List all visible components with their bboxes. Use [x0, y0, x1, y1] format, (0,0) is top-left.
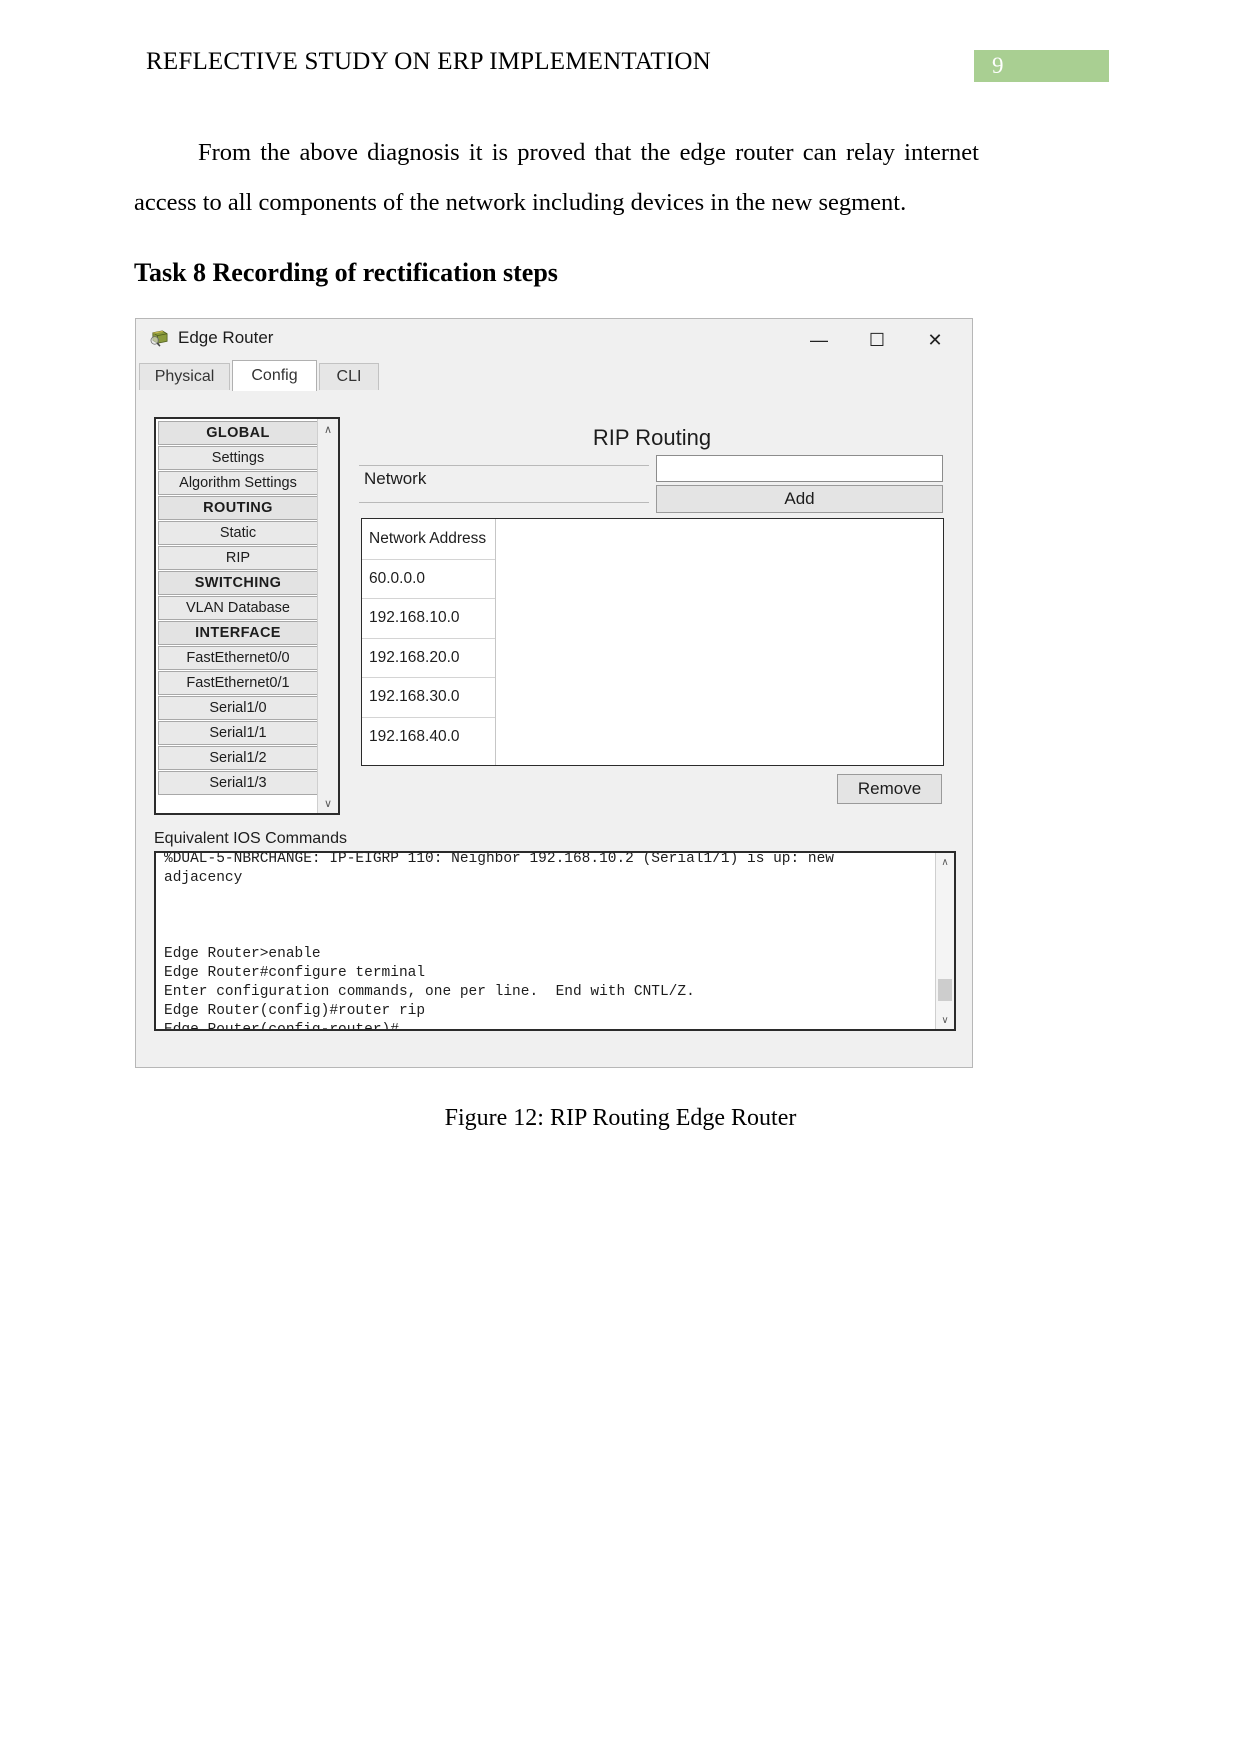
chevron-down-icon[interactable]: ∨ [318, 793, 338, 813]
window-controls: — ☐ ✕ [790, 325, 964, 355]
network-label: Network [364, 469, 427, 488]
ios-commands-text: %DUAL-5-NBRCHANGE: IP-EIGRP 110: Neighbo… [164, 851, 835, 1031]
chevron-up-icon[interactable]: ∧ [318, 419, 338, 439]
sidebar-item-serial1-1[interactable]: Serial1/1 [158, 721, 318, 745]
sidebar-scrollbar[interactable]: ∧ ∨ [317, 419, 338, 813]
window-titlebar: Edge Router — ☐ ✕ [136, 319, 972, 360]
table-row[interactable]: 192.168.40.0 [362, 716, 495, 757]
table-row[interactable]: 192.168.10.0 [362, 598, 495, 638]
ios-commands-console[interactable]: %DUAL-5-NBRCHANGE: IP-EIGRP 110: Neighbo… [154, 851, 956, 1031]
rip-routing-panel: RIP Routing Network Add Network Address … [359, 417, 945, 815]
config-sidebar: GLOBAL Settings Algorithm Settings ROUTI… [154, 417, 340, 815]
paragraph-text: From the above diagnosis it is proved th… [134, 139, 979, 216]
edge-router-window: Edge Router — ☐ ✕ Physical Config CLI GL… [135, 318, 973, 1068]
header-title: REFLECTIVE STUDY ON ERP IMPLEMENTATION [146, 48, 711, 75]
chevron-up-icon[interactable]: ∧ [936, 853, 954, 871]
tab-config[interactable]: Config [232, 360, 317, 391]
minimize-icon[interactable]: — [790, 325, 848, 355]
sidebar-item-algorithm-settings[interactable]: Algorithm Settings [158, 471, 318, 495]
page-number-text: 9 [992, 53, 1004, 78]
window-title: Edge Router [178, 328, 274, 347]
table-row[interactable]: 60.0.0.0 [362, 558, 495, 599]
sidebar-item-settings[interactable]: Settings [158, 446, 318, 470]
sidebar-item-serial1-2[interactable]: Serial1/2 [158, 746, 318, 770]
sidebar-item-fastethernet0-0[interactable]: FastEthernet0/0 [158, 646, 318, 670]
divider-bottom [359, 502, 649, 503]
network-address-table: Network Address 60.0.0.0 192.168.10.0 19… [361, 518, 944, 766]
config-tab-content: GLOBAL Settings Algorithm Settings ROUTI… [137, 390, 971, 1066]
remove-button[interactable]: Remove [837, 774, 942, 804]
maximize-icon[interactable]: ☐ [848, 325, 906, 355]
document-header: REFLECTIVE STUDY ON ERP IMPLEMENTATION 9 [0, 48, 1241, 88]
ios-console-scrollbar[interactable]: ∧ ∨ [935, 853, 954, 1029]
router-device-icon [150, 330, 168, 347]
equivalent-ios-commands-label: Equivalent IOS Commands [154, 830, 347, 847]
tab-cli[interactable]: CLI [319, 363, 379, 390]
table-row[interactable]: 192.168.20.0 [362, 637, 495, 678]
page-number-badge: 9 [974, 50, 1109, 82]
add-button[interactable]: Add [656, 485, 943, 513]
network-input[interactable] [656, 455, 943, 482]
sidebar-item-vlan-database[interactable]: VLAN Database [158, 596, 318, 620]
rip-panel-title: RIP Routing [592, 425, 712, 450]
config-sidebar-list: GLOBAL Settings Algorithm Settings ROUTI… [156, 419, 320, 796]
sidebar-section-switching: SWITCHING [158, 571, 318, 595]
sidebar-item-serial1-0[interactable]: Serial1/0 [158, 696, 318, 720]
tab-bar: Physical Config CLI [137, 360, 971, 391]
sidebar-section-interface: INTERFACE [158, 621, 318, 645]
sidebar-item-static[interactable]: Static [158, 521, 318, 545]
sidebar-item-rip[interactable]: RIP [158, 546, 318, 570]
close-icon[interactable]: ✕ [906, 325, 964, 355]
scrollbar-thumb[interactable] [938, 979, 952, 1001]
body-paragraph: From the above diagnosis it is proved th… [134, 128, 979, 228]
divider-top [359, 465, 649, 466]
figure-caption: Figure 12: RIP Routing Edge Router [444, 1105, 797, 1131]
sidebar-section-routing: ROUTING [158, 496, 318, 520]
sidebar-section-global: GLOBAL [158, 421, 318, 445]
page-title: Task 8 Recording of rectification steps [134, 258, 558, 287]
table-row[interactable]: 192.168.30.0 [362, 677, 495, 717]
sidebar-item-fastethernet0-1[interactable]: FastEthernet0/1 [158, 671, 318, 695]
network-address-column: Network Address 60.0.0.0 192.168.10.0 19… [362, 519, 496, 765]
tab-physical[interactable]: Physical [139, 363, 230, 390]
column-header-network-address: Network Address [369, 529, 487, 547]
chevron-down-icon[interactable]: ∨ [936, 1011, 954, 1029]
sidebar-item-serial1-3[interactable]: Serial1/3 [158, 771, 318, 795]
